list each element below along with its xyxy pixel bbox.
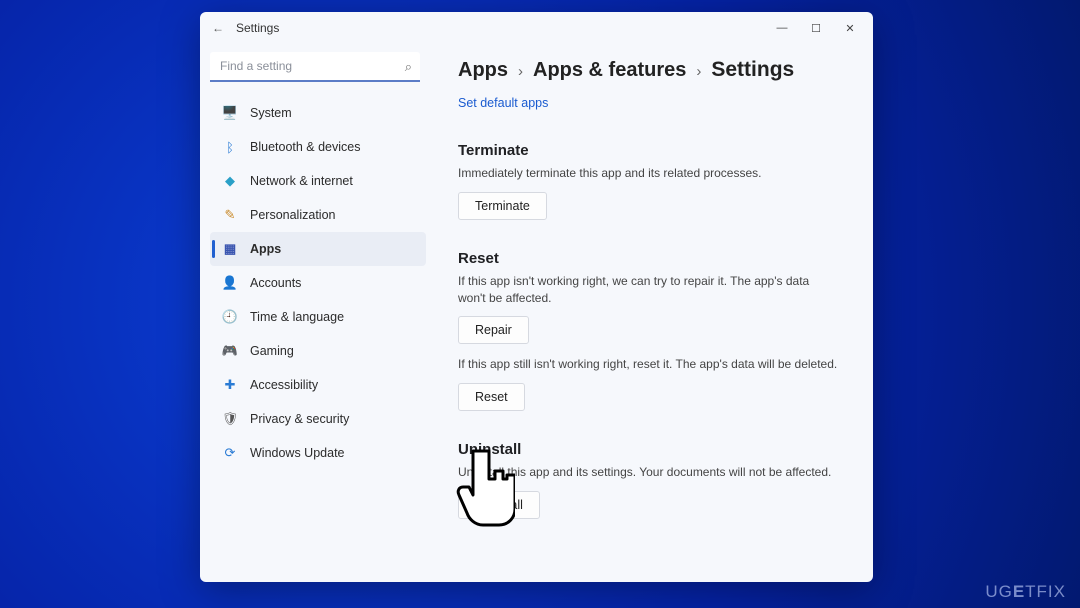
bluetooth-devices-icon: ᛒ xyxy=(222,139,238,155)
sidebar-item-label: Bluetooth & devices xyxy=(250,140,361,154)
sidebar-item-label: Network & internet xyxy=(250,174,353,188)
sidebar-item-time-language[interactable]: 🕘 Time & language xyxy=(210,300,426,334)
breadcrumb-current: Settings xyxy=(711,58,794,82)
sidebar-item-apps[interactable]: ▦ Apps xyxy=(210,232,426,266)
main-panel: Apps › Apps & features › Settings Set de… xyxy=(430,44,873,582)
sidebar-item-label: Privacy & security xyxy=(250,412,349,426)
accounts-icon: 👤 xyxy=(222,275,238,291)
sidebar-item-gaming[interactable]: 🎮 Gaming xyxy=(210,334,426,368)
breadcrumb: Apps › Apps & features › Settings xyxy=(458,58,847,82)
minimize-icon[interactable]: — xyxy=(775,22,789,35)
sidebar-item-privacy-security[interactable]: 🛡 Privacy & security xyxy=(210,402,426,436)
personalization-icon: ✎ xyxy=(222,207,238,223)
time-language-icon: 🕘 xyxy=(222,309,238,325)
accessibility-icon: ✚ xyxy=(222,377,238,393)
terminate-button[interactable]: Terminate xyxy=(458,192,547,220)
uninstall-desc: Uninstall this app and its settings. You… xyxy=(458,464,838,481)
search-input[interactable] xyxy=(210,52,420,82)
repair-desc: If this app isn't working right, we can … xyxy=(458,273,838,307)
terminate-desc: Immediately terminate this app and its r… xyxy=(458,165,838,182)
reset-desc: If this app still isn't working right, r… xyxy=(458,356,838,373)
sidebar-item-bluetooth-devices[interactable]: ᛒ Bluetooth & devices xyxy=(210,130,426,164)
maximize-icon[interactable]: ☐ xyxy=(809,22,823,35)
window-controls: — ☐ ✕ xyxy=(775,22,865,35)
nav-list: 🖥️ System ᛒ Bluetooth & devices ◆ Network & i… xyxy=(210,96,426,470)
gaming-icon: 🎮 xyxy=(222,343,238,359)
sidebar-item-label: Personalization xyxy=(250,208,335,222)
repair-button[interactable]: Repair xyxy=(458,316,529,344)
sidebar-item-windows-update[interactable]: ⟳ Windows Update xyxy=(210,436,426,470)
close-icon[interactable]: ✕ xyxy=(843,22,857,35)
chevron-right-icon: › xyxy=(696,63,701,80)
privacy-security-icon: 🛡 xyxy=(222,411,238,427)
set-default-apps-link[interactable]: Set default apps xyxy=(458,96,548,110)
reset-heading: Reset xyxy=(458,250,847,267)
chevron-right-icon: › xyxy=(518,63,523,80)
sidebar-item-label: Windows Update xyxy=(250,446,345,460)
settings-window: ← Settings — ☐ ✕ ⌕ 🖥️SystemᛒBluetooth & … xyxy=(200,12,873,582)
sidebar-item-label: Apps xyxy=(250,242,281,256)
sidebar-item-label: System xyxy=(250,106,292,120)
breadcrumb-apps-features[interactable]: Apps & features xyxy=(533,59,686,82)
sidebar: ⌕ 🖥️SystemᛒBluetooth & devices◆Network &… xyxy=(200,44,430,582)
watermark: UGETFIX xyxy=(985,582,1066,602)
sidebar-item-label: Time & language xyxy=(250,310,344,324)
network-internet-icon: ◆ xyxy=(222,173,238,189)
apps-icon: ▦ xyxy=(222,241,238,257)
window-title: Settings xyxy=(236,21,279,35)
sidebar-item-system[interactable]: 🖥️ System xyxy=(210,96,426,130)
uninstall-heading: Uninstall xyxy=(458,441,847,458)
sidebar-item-label: Gaming xyxy=(250,344,294,358)
reset-button[interactable]: Reset xyxy=(458,383,525,411)
sidebar-item-label: Accessibility xyxy=(250,378,318,392)
titlebar: ← Settings — ☐ ✕ xyxy=(200,12,873,44)
terminate-heading: Terminate xyxy=(458,142,847,159)
sidebar-item-accounts[interactable]: 👤 Accounts xyxy=(210,266,426,300)
sidebar-item-label: Accounts xyxy=(250,276,301,290)
sidebar-item-personalization[interactable]: ✎ Personalization xyxy=(210,198,426,232)
sidebar-item-network-internet[interactable]: ◆ Network & internet xyxy=(210,164,426,198)
back-arrow-icon[interactable]: ← xyxy=(208,21,228,35)
windows-update-icon: ⟳ xyxy=(222,445,238,461)
sidebar-item-accessibility[interactable]: ✚ Accessibility xyxy=(210,368,426,402)
uninstall-button[interactable]: Uninstall xyxy=(458,491,540,519)
breadcrumb-apps[interactable]: Apps xyxy=(458,59,508,82)
system-icon: 🖥️ xyxy=(222,105,238,121)
